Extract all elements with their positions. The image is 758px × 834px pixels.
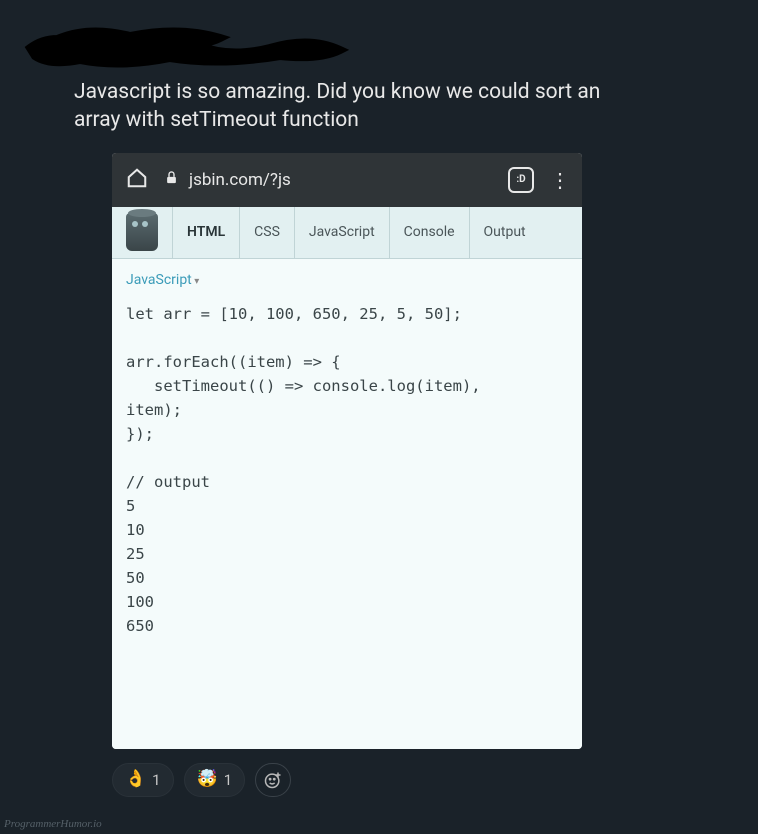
- ok-hand-icon: 👌: [125, 771, 146, 788]
- browser-chrome-bar: jsbin.com/?js :D ⋮: [112, 153, 582, 207]
- reaction-bar: 👌 1 🤯 1: [0, 749, 758, 797]
- watermark: ProgrammerHumor.io: [4, 818, 102, 830]
- reaction-mind-blown[interactable]: 🤯 1: [184, 763, 246, 797]
- tabs-button[interactable]: :D: [508, 167, 534, 193]
- tab-css[interactable]: CSS: [239, 207, 294, 258]
- language-dropdown[interactable]: JavaScript: [126, 272, 199, 288]
- reaction-ok-hand[interactable]: 👌 1: [112, 763, 174, 797]
- jsbin-toolbar: HTML CSS JavaScript Console Output: [112, 207, 582, 259]
- kebab-menu-icon[interactable]: ⋮: [550, 168, 568, 192]
- add-reaction-button[interactable]: [255, 763, 291, 797]
- reaction-count: 1: [152, 771, 160, 789]
- code-editor[interactable]: JavaScript let arr = [10, 100, 650, 25, …: [112, 259, 582, 749]
- jsbin-tabs: HTML CSS JavaScript Console Output: [172, 207, 582, 258]
- code-content: let arr = [10, 100, 650, 25, 5, 50]; arr…: [126, 302, 568, 638]
- tab-output[interactable]: Output: [469, 207, 540, 258]
- jsbin-logo[interactable]: [112, 207, 172, 258]
- url-bar[interactable]: jsbin.com/?js: [164, 170, 492, 190]
- tab-console[interactable]: Console: [389, 207, 469, 258]
- url-text: jsbin.com/?js: [189, 170, 291, 190]
- embedded-screenshot: jsbin.com/?js :D ⋮ HTML CSS JavaScript C…: [112, 153, 582, 749]
- home-icon[interactable]: [126, 167, 148, 193]
- mind-blown-icon: 🤯: [197, 771, 218, 788]
- tab-html[interactable]: HTML: [172, 207, 239, 258]
- tab-javascript[interactable]: JavaScript: [294, 207, 389, 258]
- reaction-count: 1: [224, 771, 232, 789]
- redacted-scribble: [20, 18, 350, 68]
- lock-icon: [164, 170, 179, 189]
